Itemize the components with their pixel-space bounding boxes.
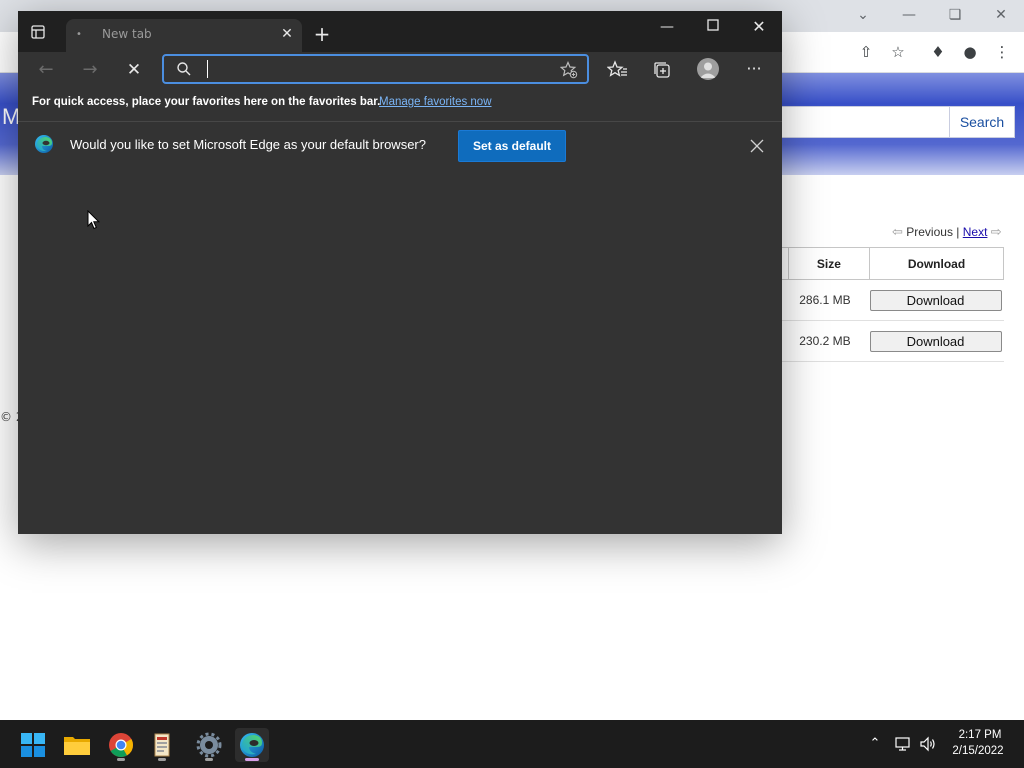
- profile-icon[interactable]: [697, 58, 719, 80]
- favorites-icon[interactable]: [606, 59, 629, 81]
- chrome-icon[interactable]: [104, 728, 138, 762]
- favorites-bar: For quick access, place your favorites h…: [18, 88, 782, 122]
- running-indicator: [117, 758, 125, 761]
- close-banner-icon[interactable]: [748, 137, 766, 155]
- chevron-up-icon[interactable]: ⌃: [866, 735, 884, 753]
- file-explorer-icon[interactable]: [60, 728, 94, 762]
- address-bar[interactable]: [162, 54, 589, 84]
- close-icon[interactable]: ✕: [278, 25, 296, 43]
- edge-logo-icon: [34, 134, 54, 154]
- more-icon[interactable]: ···: [743, 59, 765, 81]
- tab-new-tab[interactable]: • New tab ✕: [66, 19, 302, 52]
- download-button[interactable]: Download: [869, 289, 1002, 311]
- back-arrow-icon[interactable]: ←: [33, 57, 59, 83]
- pager-separator: |: [956, 225, 960, 239]
- collections-icon[interactable]: [651, 59, 673, 81]
- search-icon: [176, 61, 192, 77]
- default-browser-prompt: Would you like to set Microsoft Edge as …: [70, 137, 426, 152]
- edge-icon[interactable]: [235, 728, 269, 762]
- bookmark-star-icon[interactable]: ☆: [887, 41, 909, 63]
- row-size: 230.2 MB: [788, 320, 870, 362]
- table-header-download: Download: [869, 247, 1004, 280]
- taskbar: ⌃ 2:17 PM 2/15/2022: [0, 720, 1024, 768]
- minimize-icon[interactable]: —: [652, 16, 682, 38]
- profile-icon[interactable]: ●: [959, 41, 981, 63]
- start-icon[interactable]: [16, 728, 50, 762]
- default-browser-banner: Would you like to set Microsoft Edge as …: [18, 122, 782, 170]
- menu-icon[interactable]: ⋮: [991, 41, 1013, 63]
- tab-strip: • New tab ✕ + — ✕: [18, 11, 782, 52]
- share-icon[interactable]: ⇧: [855, 41, 877, 63]
- clock-date[interactable]: 2/15/2022: [946, 745, 1010, 757]
- pager-previous: Previous: [906, 225, 953, 239]
- prev-arrow-icon: ⇦: [892, 224, 903, 239]
- favorites-bar-hint: For quick access, place your favorites h…: [32, 96, 381, 108]
- next-arrow-icon: ⇨: [990, 224, 1002, 239]
- tab-loading-icon: •: [76, 29, 82, 40]
- volume-icon[interactable]: [919, 735, 937, 753]
- forward-arrow-icon[interactable]: →: [77, 57, 103, 83]
- stop-icon[interactable]: ✕: [121, 57, 147, 83]
- table-row: 230.2 MB Download: [782, 320, 1004, 362]
- pager: ⇦ Previous | Next ⇨: [892, 224, 1002, 240]
- settings-icon[interactable]: [192, 728, 226, 762]
- active-indicator: [245, 758, 259, 761]
- set-as-default-button[interactable]: Set as default: [458, 130, 566, 162]
- plus-icon[interactable]: +: [310, 23, 334, 47]
- text-caret: [207, 60, 208, 78]
- close-window-icon[interactable]: ✕: [744, 16, 774, 38]
- network-icon[interactable]: [894, 735, 912, 753]
- mouse-cursor-icon: [87, 209, 101, 230]
- clock-time[interactable]: 2:17 PM: [950, 729, 1010, 741]
- tab-actions-icon[interactable]: [28, 24, 48, 44]
- extensions-icon[interactable]: ♦: [927, 41, 949, 63]
- running-indicator: [205, 758, 213, 761]
- add-favorite-icon[interactable]: [559, 61, 578, 79]
- maximize-icon[interactable]: [698, 16, 728, 38]
- downloads-table: Size Download 286.1 MB Download 230.2 MB…: [782, 247, 1004, 362]
- download-button[interactable]: Download: [869, 330, 1002, 352]
- tab-search-icon[interactable]: ⌄: [851, 4, 875, 26]
- edge-window: • New tab ✕ + — ✕ ← → ✕ ··· For quick ac…: [18, 11, 782, 534]
- table-header-size: Size: [787, 247, 871, 280]
- minimize-icon[interactable]: —: [897, 4, 921, 26]
- tab-title: New tab: [102, 27, 152, 41]
- manage-favorites-link[interactable]: Manage favorites now: [379, 96, 492, 108]
- running-indicator: [158, 758, 166, 761]
- close-icon[interactable]: ✕: [989, 4, 1013, 26]
- site-search-button[interactable]: Search: [949, 106, 1015, 138]
- row-size: 286.1 MB: [788, 279, 870, 321]
- address-input[interactable]: [206, 59, 550, 81]
- site-search-input[interactable]: [760, 106, 950, 138]
- pager-next-link[interactable]: Next: [963, 225, 988, 239]
- edge-toolbar: ← → ✕ ···: [18, 52, 782, 88]
- table-row: 286.1 MB Download: [782, 279, 1004, 321]
- notepad-app-icon[interactable]: [145, 728, 179, 762]
- restore-icon[interactable]: ❏: [943, 4, 967, 26]
